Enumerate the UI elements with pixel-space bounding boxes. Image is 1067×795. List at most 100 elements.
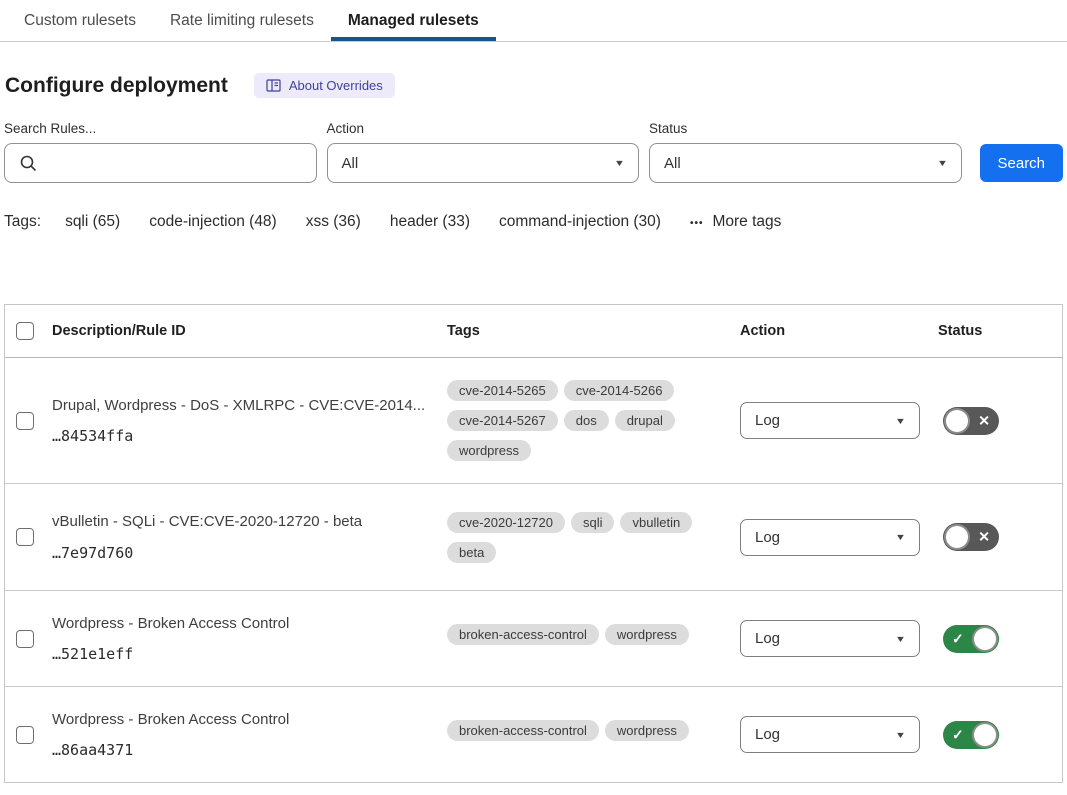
more-tags-label: More tags — [712, 213, 781, 231]
action-select-value: Log — [755, 529, 780, 546]
tag-pill: wordpress — [605, 720, 689, 741]
row-checkbox[interactable] — [16, 528, 34, 546]
status-filter-label: Status — [649, 121, 962, 136]
action-select[interactable]: Log ▼ — [740, 716, 920, 753]
toggle-knob — [972, 626, 998, 652]
about-overrides-label: About Overrides — [289, 78, 383, 93]
search-button[interactable]: Search — [980, 144, 1063, 182]
tag-pill: cve-2014-5266 — [564, 380, 675, 401]
col-status: Status — [938, 323, 1062, 339]
chevron-down-icon: ▼ — [937, 158, 948, 168]
tab-custom-rulesets[interactable]: Custom rulesets — [7, 0, 153, 41]
toggle-state-icon: ✓ — [952, 630, 964, 647]
tags-bar: Tags: sqli (65) code-injection (48) xss … — [4, 213, 1063, 231]
col-description: Description/Rule ID — [52, 323, 447, 339]
main-content: Configure deployment About Overrides Sea… — [0, 73, 1067, 783]
status-filter-value: All — [664, 155, 681, 172]
tag-pill: sqli — [571, 512, 615, 533]
rule-description: Wordpress - Broken Access Control — [52, 614, 447, 634]
status-toggle[interactable]: ✕ — [943, 523, 999, 551]
tab-rate-limiting-rulesets[interactable]: Rate limiting rulesets — [153, 0, 331, 41]
tag-filter-list: sqli (65) code-injection (48) xss (36) h… — [65, 213, 690, 231]
rule-id: …521e1eff — [52, 645, 447, 663]
tag-pill: broken-access-control — [447, 624, 599, 645]
action-filter-label: Action — [327, 121, 640, 136]
book-icon — [266, 79, 281, 92]
section-header: Configure deployment About Overrides — [4, 73, 1063, 98]
toggle-state-icon: ✓ — [952, 726, 964, 743]
tag-pill: broken-access-control — [447, 720, 599, 741]
tag-filter[interactable]: command-injection (30) — [499, 213, 661, 231]
tag-pill: vbulletin — [620, 512, 692, 533]
status-toggle[interactable]: ✓ — [943, 625, 999, 653]
tag-pill: cve-2020-12720 — [447, 512, 565, 533]
toggle-state-icon: ✕ — [978, 529, 990, 546]
tag-pill: cve-2014-5267 — [447, 410, 558, 431]
tag-pill: cve-2014-5265 — [447, 380, 558, 401]
table-row: Wordpress - Broken Access Control …521e1… — [5, 591, 1062, 687]
chevron-down-icon: ▼ — [895, 730, 906, 740]
action-select[interactable]: Log ▼ — [740, 519, 920, 556]
more-tags-button[interactable]: ••• More tags — [690, 213, 781, 231]
select-all-checkbox[interactable] — [16, 322, 34, 340]
ellipsis-icon: ••• — [690, 218, 704, 229]
search-rules-label: Search Rules... — [4, 121, 317, 136]
status-filter-select[interactable]: All ▼ — [649, 143, 962, 183]
toggle-knob — [944, 524, 970, 550]
search-input-wrap — [4, 143, 317, 183]
row-checkbox[interactable] — [16, 726, 34, 744]
action-select-value: Log — [755, 726, 780, 743]
rule-description: Wordpress - Broken Access Control — [52, 710, 447, 730]
about-overrides-badge[interactable]: About Overrides — [254, 73, 395, 98]
table-row: vBulletin - SQLi - CVE:CVE-2020-12720 - … — [5, 484, 1062, 591]
page-title: Configure deployment — [5, 74, 228, 98]
action-select-value: Log — [755, 412, 780, 429]
table-row: Drupal, Wordpress - DoS - XMLRPC - CVE:C… — [5, 358, 1062, 484]
action-select[interactable]: Log ▼ — [740, 402, 920, 439]
tag-pill: wordpress — [447, 440, 531, 461]
rule-description: Drupal, Wordpress - DoS - XMLRPC - CVE:C… — [52, 396, 447, 416]
tab-managed-rulesets[interactable]: Managed rulesets — [331, 0, 496, 41]
rule-tags: broken-access-control wordpress — [447, 720, 740, 750]
filter-bar: Search Rules... Action All ▼ Status — [4, 121, 1063, 183]
tag-pill: drupal — [615, 410, 675, 431]
row-checkbox[interactable] — [16, 412, 34, 430]
rule-tags: cve-2014-5265 cve-2014-5266 cve-2014-5267 d… — [447, 380, 740, 461]
toggle-state-icon: ✕ — [978, 412, 990, 429]
tab-bar: Custom rulesets Rate limiting rulesets M… — [0, 0, 1067, 42]
table-header-row: Description/Rule ID Tags Action Status — [5, 305, 1062, 358]
rules-table: Description/Rule ID Tags Action Status D… — [4, 304, 1063, 783]
toggle-knob — [944, 408, 970, 434]
tag-filter[interactable]: header (33) — [390, 213, 470, 231]
action-select-value: Log — [755, 630, 780, 647]
rule-id: …86aa4371 — [52, 741, 447, 759]
status-toggle[interactable]: ✓ — [943, 721, 999, 749]
chevron-down-icon: ▼ — [895, 634, 906, 644]
table-body: Drupal, Wordpress - DoS - XMLRPC - CVE:C… — [5, 358, 1062, 782]
rule-description: vBulletin - SQLi - CVE:CVE-2020-12720 - … — [52, 512, 447, 532]
toggle-knob — [972, 722, 998, 748]
action-filter-select[interactable]: All ▼ — [327, 143, 640, 183]
rule-id: …84534ffa — [52, 427, 447, 445]
rule-tags: broken-access-control wordpress — [447, 624, 740, 654]
tag-filter[interactable]: sqli (65) — [65, 213, 120, 231]
chevron-down-icon: ▼ — [895, 416, 906, 426]
tag-pill: wordpress — [605, 624, 689, 645]
chevron-down-icon: ▼ — [895, 532, 906, 542]
table-row: Wordpress - Broken Access Control …86aa4… — [5, 687, 1062, 782]
tag-pill: beta — [447, 542, 496, 563]
rule-id: …7e97d760 — [52, 544, 447, 562]
search-input[interactable] — [47, 154, 307, 173]
tag-filter[interactable]: code-injection (48) — [149, 213, 277, 231]
status-toggle[interactable]: ✕ — [943, 407, 999, 435]
col-action: Action — [740, 323, 938, 339]
action-filter-value: All — [342, 155, 359, 172]
action-select[interactable]: Log ▼ — [740, 620, 920, 657]
tag-filter[interactable]: xss (36) — [306, 213, 361, 231]
tags-bar-label: Tags: — [4, 213, 41, 231]
chevron-down-icon: ▼ — [614, 158, 625, 168]
rule-tags: cve-2020-12720 sqlivbulletin beta — [447, 512, 740, 563]
tag-pill: dos — [564, 410, 609, 431]
col-tags: Tags — [447, 323, 740, 339]
row-checkbox[interactable] — [16, 630, 34, 648]
